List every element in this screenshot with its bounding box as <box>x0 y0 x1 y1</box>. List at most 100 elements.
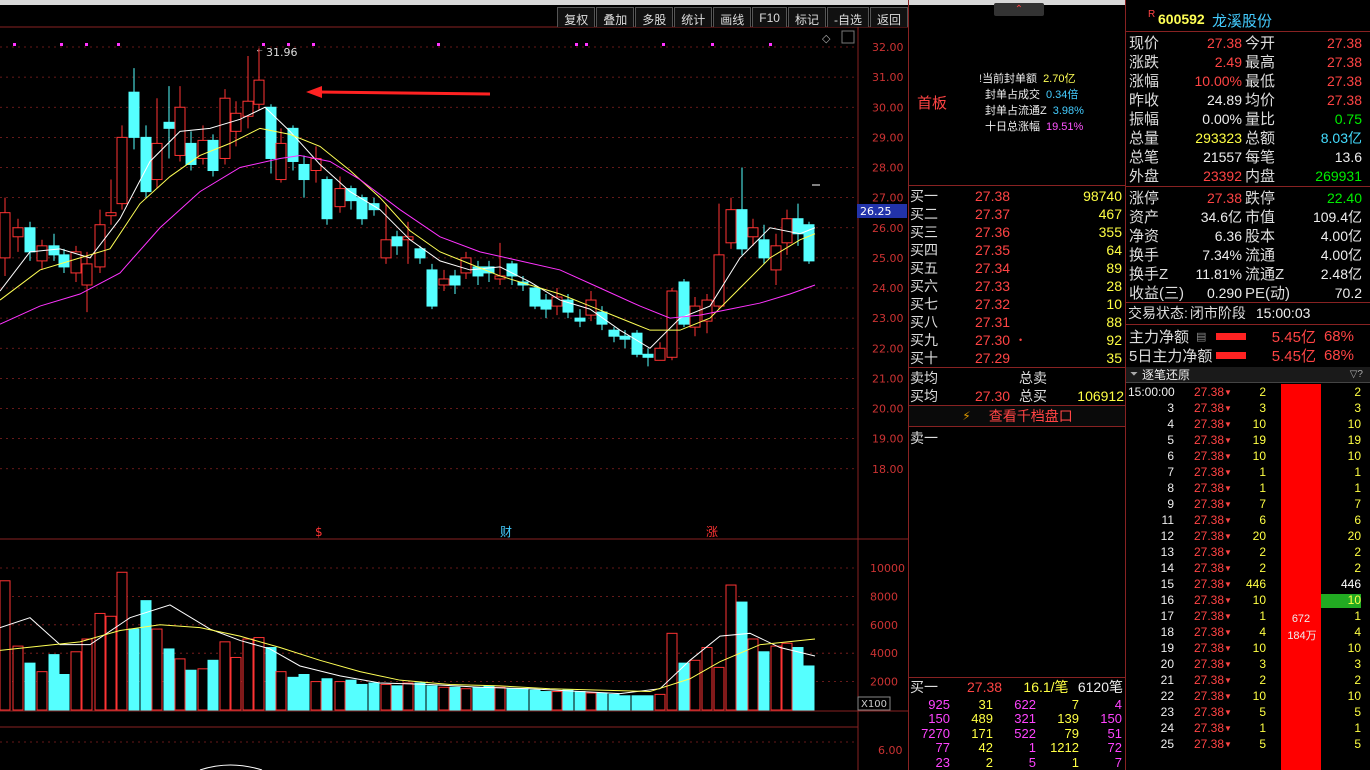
tick-price: 27.38 <box>1193 561 1224 575</box>
queue-cell: 321 <box>1014 711 1036 727</box>
kline-svg[interactable]: 32.00 31.00 30.00 29.00 28.00 27.00 26.00 25.00… <box>0 0 910 770</box>
seal-line: !当前封单额 2.70亿 <box>979 70 1084 86</box>
collapse-button[interactable]: ⌃ <box>994 3 1044 16</box>
fund-value2: 109.4亿 <box>1312 208 1362 225</box>
tick-row: 8 27.38 ▼ 1 1 <box>1126 480 1366 496</box>
quote-label: 涨跌 <box>1129 54 1160 71</box>
fund-label2: 跌停 <box>1245 190 1276 207</box>
candle-up <box>94 224 106 268</box>
quote-value2: 13.6 <box>1334 148 1362 165</box>
tick-vol2: 5 <box>1354 737 1361 751</box>
tick-price: 27.38 <box>1193 545 1224 559</box>
toolbar-item-0[interactable]: 复权 <box>557 7 596 27</box>
tick-row: 9 27.38 ▼ 7 7 <box>1126 496 1366 512</box>
fund-value: 0.290 <box>1206 284 1242 301</box>
event-marker[interactable]: 财 <box>500 525 512 539</box>
fund-label: 收益(三) <box>1129 285 1184 302</box>
volume-bar <box>197 668 209 711</box>
volume-bar <box>321 678 333 711</box>
tick-row: 3 27.38 ▼ 3 3 <box>1126 400 1366 416</box>
volume-bar <box>472 686 484 711</box>
toolbar-item-4[interactable]: 画线 <box>713 7 752 27</box>
toolbar-item-7[interactable]: -自选 <box>826 7 869 27</box>
tick-vol2: 20 <box>1347 529 1361 543</box>
bid-price: 27.34 <box>975 260 1011 276</box>
toolbar-item-3[interactable]: 统计 <box>674 7 713 27</box>
quote-row: 总笔 21557 每笔 13.6 <box>1126 147 1370 167</box>
candle-down <box>207 139 219 172</box>
fund-row: 涨停 27.38 跌停 22.40 <box>1126 188 1370 208</box>
tick-row: 12 27.38 ▼ 20 20 <box>1126 528 1366 544</box>
fund-label: 涨停 <box>1129 190 1160 207</box>
candle-up <box>36 245 48 262</box>
info-panel: R 600592 龙溪股份 现价 27.38 今开 27.38 涨跌 2.49 最高 27.3… <box>1125 0 1370 770</box>
restore-button[interactable] <box>841 30 855 44</box>
ticks-header[interactable]: ⏷ 逐笔还原 ▽? <box>1126 367 1370 383</box>
quote-value: 23392 <box>1203 167 1242 184</box>
diamond-icon[interactable]: ◇ <box>822 33 831 45</box>
bid-volume: 92 <box>1106 332 1122 348</box>
view-depth-button[interactable]: ⚡ 查看千档盘口 <box>909 406 1126 426</box>
toolbar-item-6[interactable]: 标记 <box>787 7 826 27</box>
tick-row: 7 27.38 ▼ 1 1 <box>1126 464 1366 480</box>
tick-arrow: ▼ <box>1224 531 1232 541</box>
list-icon[interactable]: ▤ <box>1196 330 1216 343</box>
toolbar-item-2[interactable]: 多股 <box>635 7 674 27</box>
queue-head: 买一 27.38 16.1/笔 6120笔 <box>909 678 1126 696</box>
queue-cell: 31 <box>978 696 993 712</box>
quote-label2: 量比 <box>1245 111 1276 128</box>
bid-volume: 35 <box>1106 350 1122 366</box>
candle-up <box>713 254 725 307</box>
tick-price: 27.38 <box>1193 529 1224 543</box>
tick-vol: 10 <box>1252 593 1266 607</box>
toolbar-item-5[interactable]: F10 <box>752 7 787 27</box>
queue-head-name: 买一 <box>910 679 938 695</box>
kline-chart[interactable]: 32.00 31.00 30.00 29.00 28.00 27.00 26.00 25.00… <box>0 0 910 770</box>
high-marker: 31.96 <box>266 46 298 59</box>
tick-vol2: 5 <box>1354 705 1361 719</box>
tick-row: 13 27.38 ▼ 2 2 <box>1126 544 1366 560</box>
total-buy-value: 106912 <box>1077 388 1124 404</box>
candle-down <box>128 91 140 138</box>
event-marker[interactable]: $ <box>315 525 323 539</box>
candle-down <box>619 335 631 340</box>
tick-price: 27.38 <box>1193 401 1224 415</box>
event-marker[interactable]: 涨 <box>706 524 718 539</box>
filter-icon[interactable]: ▽? <box>1350 369 1363 380</box>
queue-row: 77 42 1 1212 72 <box>909 740 1126 755</box>
toolbar-item-8[interactable]: 返回 <box>869 7 908 27</box>
signal-dot <box>769 43 772 46</box>
fund-grid: 涨停 27.38 跌停 22.40 资产 34.6亿 市值 109.4亿 净资 6.36 股本 4.0… <box>1126 188 1370 303</box>
volume-bar <box>792 647 804 711</box>
seal-key: 封单占成交 <box>985 89 1040 101</box>
quote-value: 27.38 <box>1206 34 1242 51</box>
tick-vol2: 10 <box>1347 417 1361 431</box>
signal-dot <box>662 43 665 46</box>
tick-vol: 10 <box>1252 417 1266 431</box>
queue-cell: 522 <box>1014 725 1036 741</box>
chevron-down-icon[interactable]: ⏷ <box>1130 369 1138 380</box>
volume-bar <box>517 688 529 711</box>
price-tick: 31.00 <box>872 71 904 84</box>
fund-value2: 4.00亿 <box>1320 227 1362 244</box>
quote-label2: 最高 <box>1245 54 1276 71</box>
bid-row: 买七 27.32 10 <box>909 295 1126 313</box>
candle-down <box>642 353 654 358</box>
candle-down <box>758 239 770 259</box>
quote-label2: 内盘 <box>1245 168 1276 185</box>
volume-bar <box>574 691 586 711</box>
volume-bar <box>185 669 197 711</box>
fund-value: 7.34% <box>1202 246 1242 263</box>
status-label: 交易状态: <box>1128 305 1188 321</box>
tick-time: 8 <box>1167 481 1174 495</box>
tick-arrow: ▼ <box>1224 579 1232 589</box>
bid-name: 买八 <box>910 314 938 330</box>
queue-cell: 1 <box>1071 754 1079 770</box>
lightning-icon: ⚡ <box>962 409 971 423</box>
price-tick: 19.00 <box>872 433 904 446</box>
queue-row: 150 489 321 139 150 <box>909 711 1126 727</box>
queue-cell: 2 <box>985 754 993 770</box>
toolbar-item-1[interactable]: 叠加 <box>596 7 635 27</box>
candle-down <box>426 269 438 307</box>
tick-time: 7 <box>1167 465 1174 479</box>
